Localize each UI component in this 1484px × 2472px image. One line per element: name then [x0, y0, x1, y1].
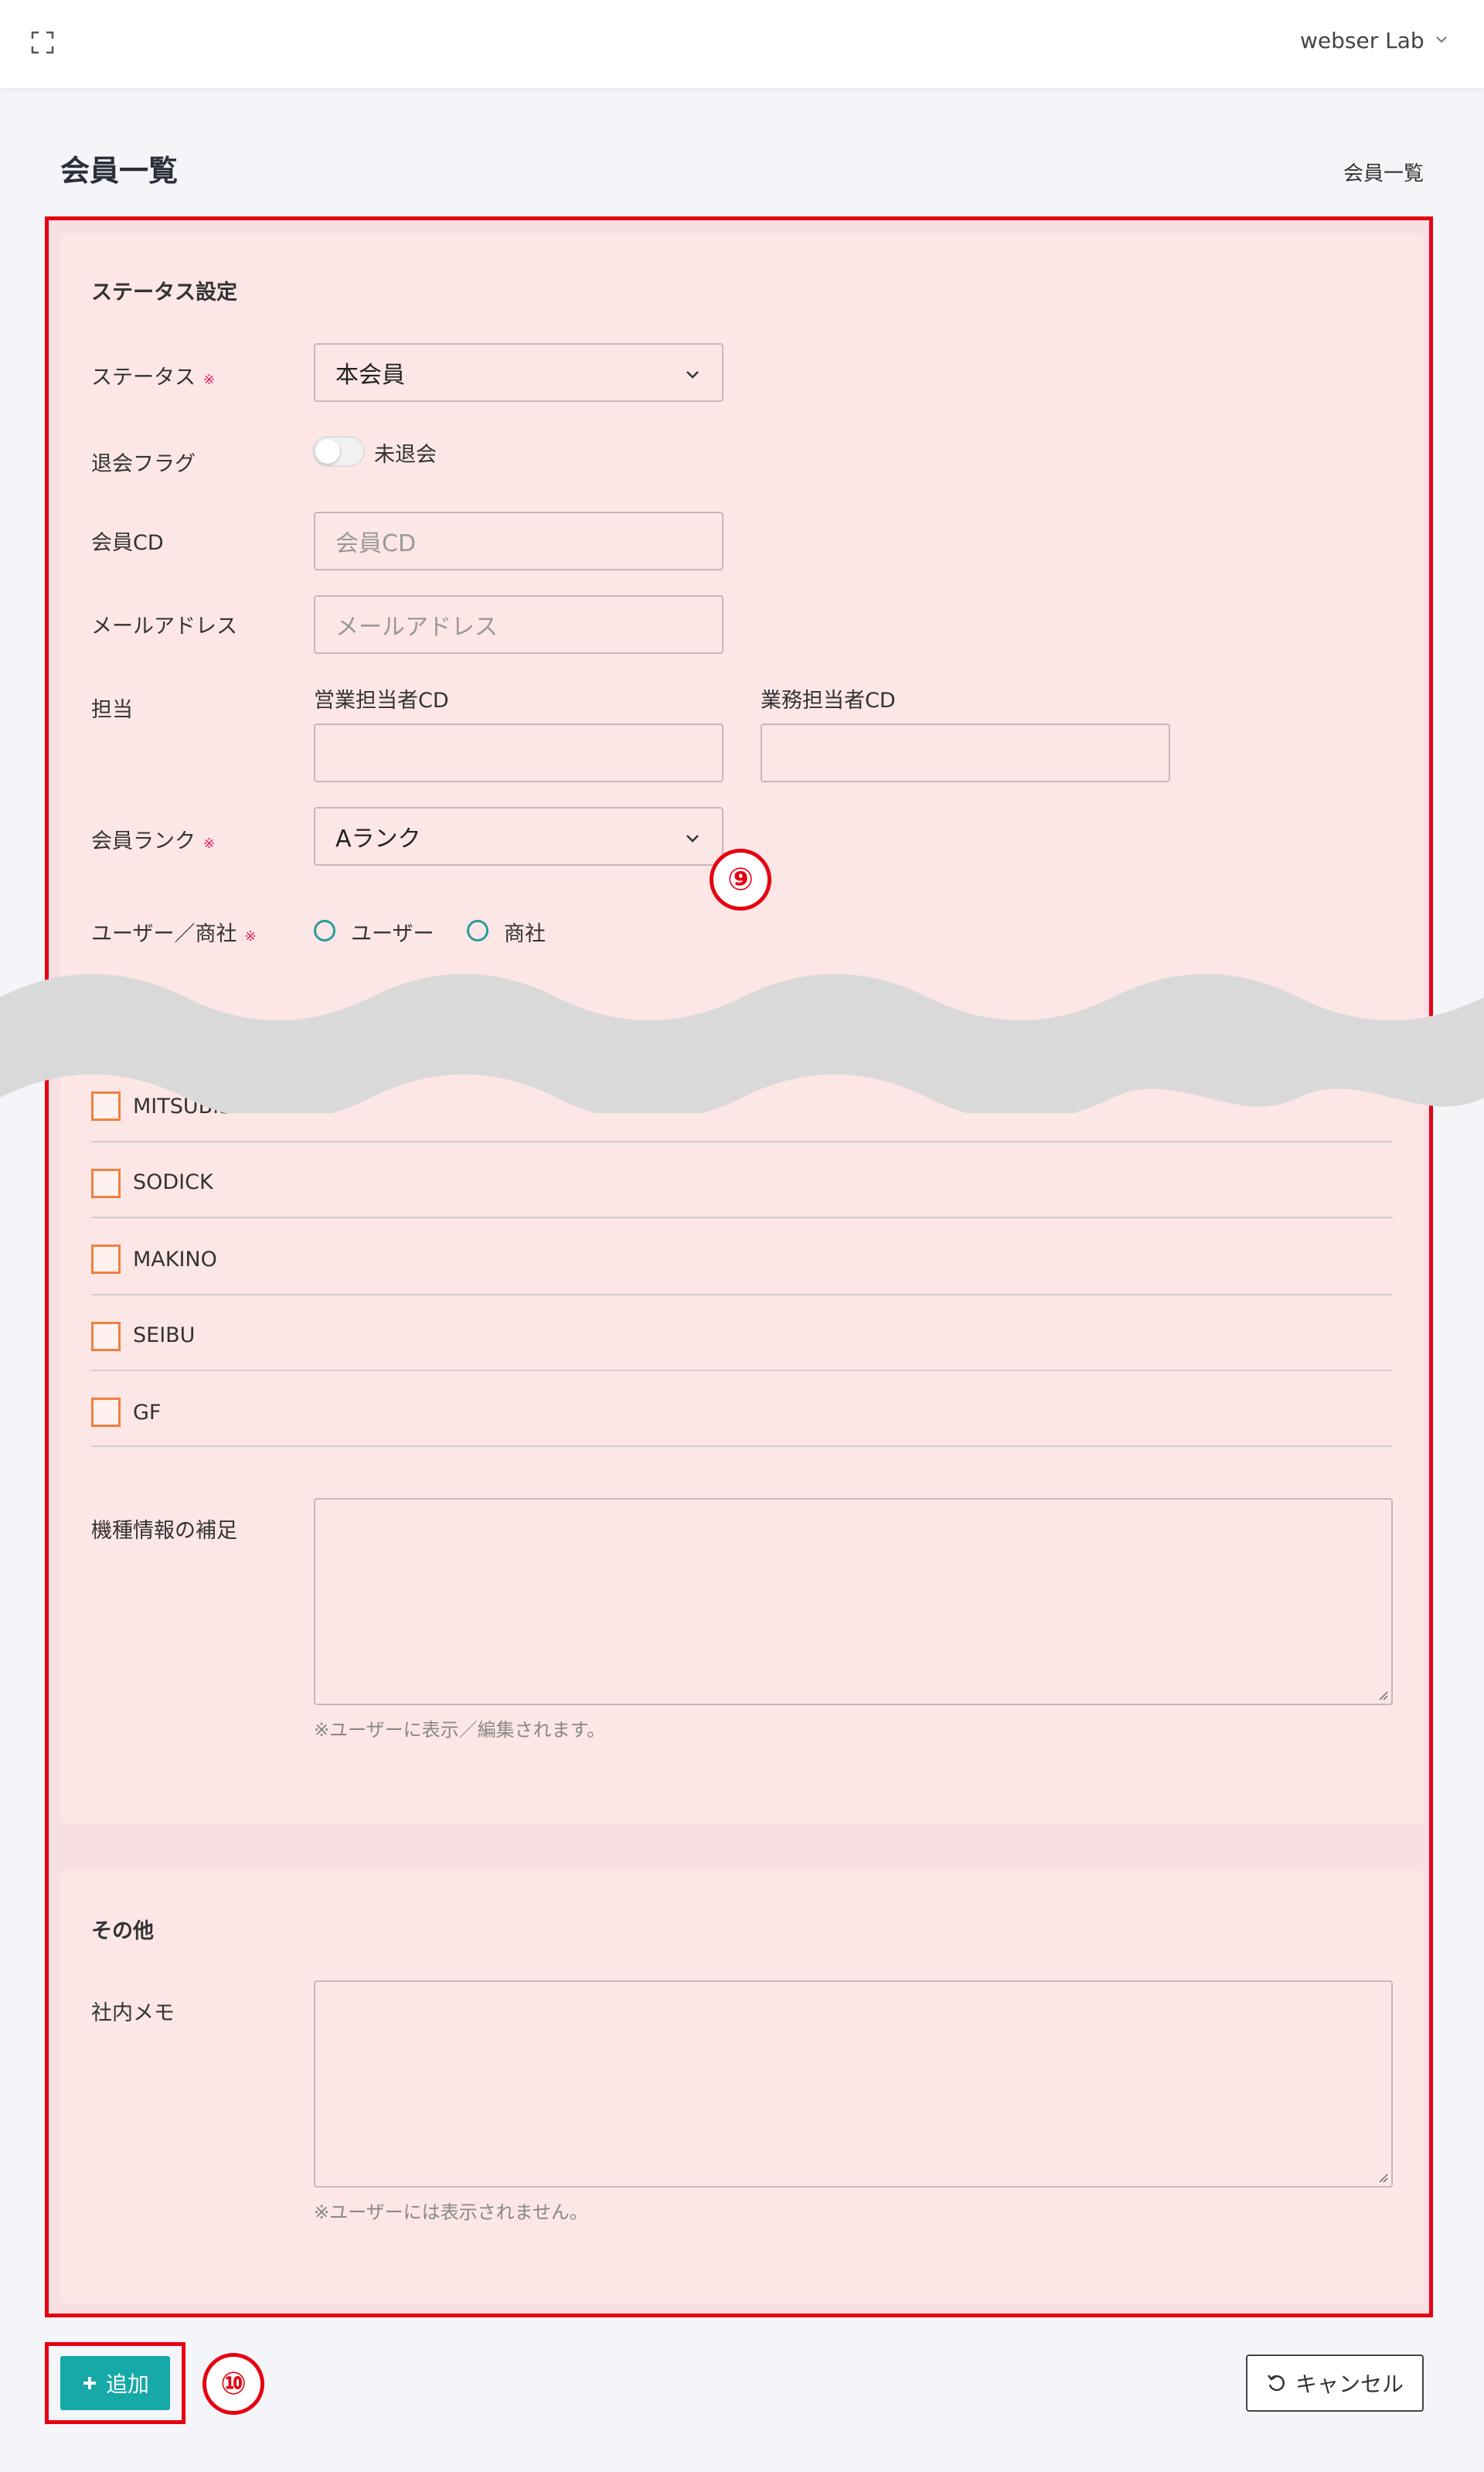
staff-label: 担当 [91, 698, 133, 722]
withdrawal-flag-label: 退会フラグ [91, 452, 196, 476]
resize-grip-icon[interactable] [1376, 2171, 1388, 2183]
memo-label: 社内メモ [91, 2001, 175, 2025]
model-note-label: 機種情報の補足 [91, 1519, 237, 1543]
user-type-label-text: ユーザー／商社 [91, 922, 237, 946]
maker-label-sodick: SODICK [133, 1170, 213, 1194]
checkbox-gf[interactable] [91, 1398, 121, 1427]
ops-staff-input[interactable] [761, 724, 1170, 782]
required-mark: ※ [203, 836, 216, 852]
sales-staff-label: 営業担当者CD [314, 689, 449, 713]
rank-label: 会員ランク ※ [91, 824, 215, 854]
chevron-down-icon [686, 371, 699, 379]
fullscreen-icon[interactable] [31, 31, 54, 54]
user-type-label: ユーザー／商社 ※ [91, 917, 257, 947]
rank-select-value: Aランク [335, 826, 421, 853]
required-mark: ※ [203, 372, 216, 388]
radio-trader-label: 商社 [504, 922, 546, 946]
breadcrumb[interactable]: 会員一覧 [1343, 158, 1424, 186]
add-button-label: 追加 [105, 2372, 149, 2397]
status-label-text: ステータス [91, 366, 196, 390]
cancel-button[interactable]: キャンセル [1246, 2355, 1424, 2412]
ops-staff-label: 業務担当者CD [761, 689, 896, 713]
rank-label-text: 会員ランク [91, 829, 196, 853]
row-divider [91, 1370, 1393, 1371]
email-label: メールアドレス [91, 615, 237, 638]
model-note-textarea[interactable] [314, 1498, 1393, 1705]
chevron-down-icon [686, 835, 699, 843]
top-bar [0, 0, 1484, 88]
maker-label-gf: GF [133, 1401, 162, 1425]
add-button[interactable]: 追加 [60, 2356, 170, 2410]
undo-icon [1268, 2375, 1285, 2392]
email-input[interactable]: メールアドレス [314, 595, 723, 654]
required-mark: ※ [244, 928, 257, 945]
member-cd-input[interactable]: 会員CD [314, 512, 723, 570]
memo-help: ※ユーザーには表示されません。 [314, 2201, 588, 2223]
radio-user-label: ユーザー [351, 922, 434, 946]
cancel-button-label: キャンセル [1295, 2372, 1404, 2397]
user-menu-name[interactable]: webser Lab [1300, 28, 1424, 53]
toggle-knob [315, 439, 340, 464]
row-divider [91, 1217, 1393, 1218]
row-divider [91, 1294, 1393, 1296]
model-note-help: ※ユーザーに表示／編集されます。 [314, 1719, 606, 1741]
section-title-status: ステータス設定 [91, 281, 237, 305]
radio-trader[interactable] [467, 920, 488, 941]
member-cd-label: 会員CD [91, 531, 164, 555]
withdrawal-toggle-text: 未退会 [374, 443, 437, 467]
annotation-marker-10: ⑩ [203, 2353, 264, 2415]
section-title-other: その他 [91, 1919, 154, 1943]
maker-label-seibu: SEIBU [133, 1323, 196, 1347]
omission-wave [0, 974, 1484, 1113]
memo-textarea[interactable] [314, 1980, 1393, 2188]
row-divider [91, 1445, 1393, 1447]
resize-grip-icon[interactable] [1376, 1688, 1388, 1701]
checkbox-makino[interactable] [91, 1245, 121, 1274]
sales-staff-input[interactable] [314, 724, 723, 782]
withdrawal-toggle[interactable] [312, 436, 365, 467]
row-divider [91, 1141, 1393, 1142]
page-title: 会員一覧 [60, 154, 179, 188]
annotation-marker-9: ⑨ [710, 849, 771, 911]
maker-label-makino: MAKINO [133, 1248, 217, 1272]
checkbox-seibu[interactable] [91, 1322, 121, 1351]
plus-icon [83, 2377, 96, 2389]
status-label: ステータス ※ [91, 360, 215, 390]
rank-select[interactable]: Aランク [314, 807, 723, 866]
status-select-value: 本会員 [335, 362, 405, 389]
radio-user[interactable] [314, 920, 335, 941]
status-select[interactable]: 本会員 [314, 343, 723, 402]
chevron-down-icon[interactable] [1433, 31, 1450, 48]
checkbox-sodick[interactable] [91, 1169, 121, 1198]
